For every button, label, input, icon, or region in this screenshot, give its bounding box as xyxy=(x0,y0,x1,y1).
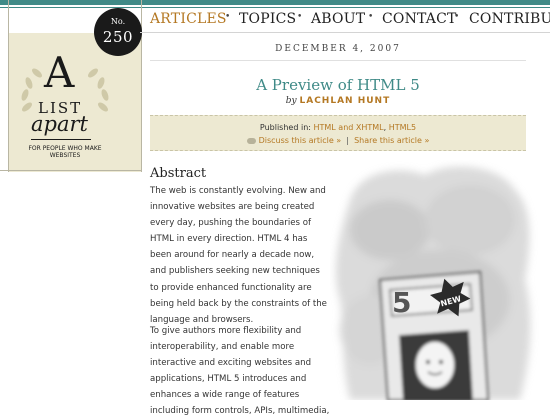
article-title: A Preview of HTML 5 xyxy=(256,76,420,94)
byline-by: by xyxy=(285,96,297,106)
abstract-heading: Abstract xyxy=(150,166,207,181)
top-rule xyxy=(0,0,550,5)
logo-underline xyxy=(31,139,91,140)
nav-item-contact[interactable]: CONTACT xyxy=(382,11,457,27)
nav-separator: • xyxy=(225,12,231,22)
top-rule-thin xyxy=(0,7,550,8)
topic-link-html-xhtml[interactable]: HTML and XHTML xyxy=(314,123,384,132)
speech-bubble-icon xyxy=(246,137,256,144)
logo-border-bottom xyxy=(0,170,142,171)
abstract-paragraph-2: To give authors more flexibility and int… xyxy=(150,326,330,417)
link-separator: | xyxy=(346,136,349,145)
nav-divider xyxy=(140,32,550,33)
nav-item-topics[interactable]: TOPICS xyxy=(239,11,296,27)
published-line: Published in: HTML and XHTML, HTML5 xyxy=(150,123,526,132)
author-link[interactable]: LACHLAN HUNT xyxy=(300,96,391,106)
issue-badge[interactable]: No. 250 xyxy=(94,8,142,56)
nav-item-articles[interactable]: ARTICLES xyxy=(150,11,227,27)
published-box: Published in: HTML and XHTML, HTML5 Disc… xyxy=(150,115,526,151)
logo-word-apart: apart xyxy=(31,112,88,136)
published-label: Published in: xyxy=(259,123,311,132)
discuss-link[interactable]: Discuss this article » xyxy=(259,136,342,145)
issue-number: 250 xyxy=(102,28,134,46)
logo-letter: A xyxy=(44,48,75,97)
header-divider xyxy=(150,60,526,61)
share-link[interactable]: Share this article » xyxy=(354,136,429,145)
nav-separator: • xyxy=(454,12,460,22)
nav-item-contribute[interactable]: CONTRIBUTE xyxy=(469,11,550,27)
nav-separator: • xyxy=(368,12,374,22)
nav-separator: • xyxy=(297,12,303,22)
nav-item-about[interactable]: ABOUT xyxy=(311,11,365,27)
abstract-paragraph-1: The web is constantly evolving. New and … xyxy=(150,186,327,325)
sign-number: 5 xyxy=(392,286,411,319)
byline: by LACHLAN HUNT xyxy=(150,96,526,106)
html5-illustration: 5 NEW xyxy=(335,166,531,400)
article-date: DECEMBER 4, 2007 xyxy=(275,44,401,54)
topic-link-html5[interactable]: HTML5 xyxy=(389,123,416,132)
article-actions: Discuss this article » | Share this arti… xyxy=(150,136,526,145)
issue-prefix: No. xyxy=(110,17,126,26)
logo-tagline: FOR PEOPLE WHO MAKE WEBSITES xyxy=(28,145,102,159)
